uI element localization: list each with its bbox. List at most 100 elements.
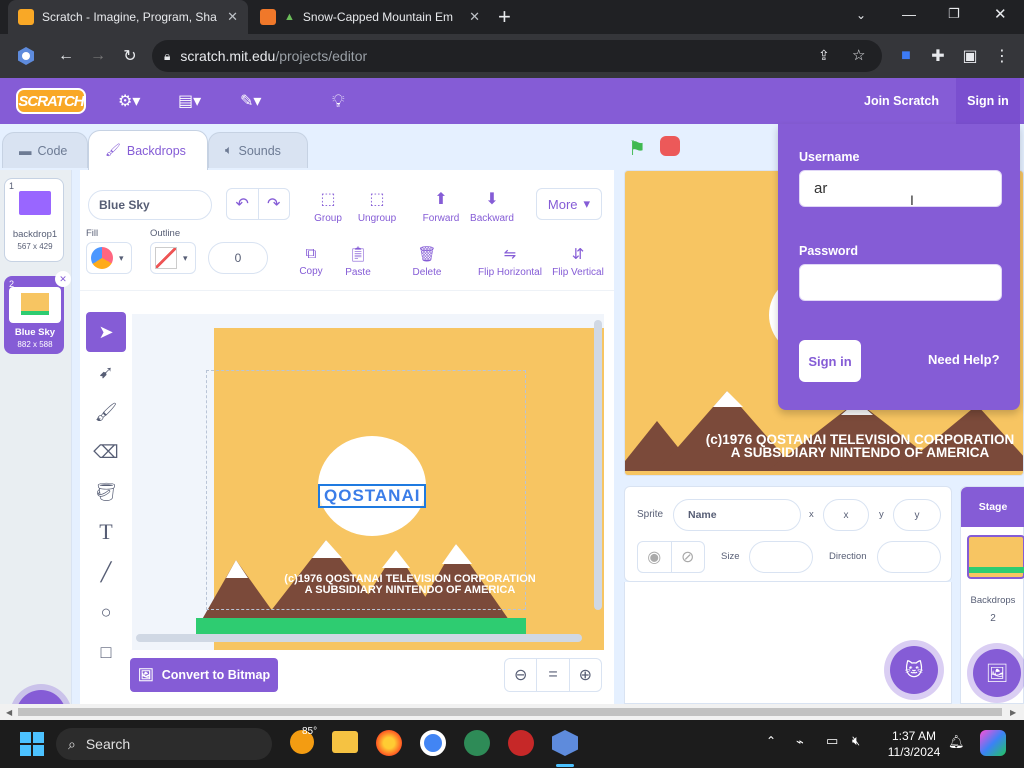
display-icon[interactable]: ▭ — [826, 733, 838, 749]
text-tool[interactable]: T — [86, 512, 126, 552]
horizontal-scrollbar[interactable] — [136, 634, 582, 642]
copy-button[interactable]: ⧉ Copy — [292, 240, 330, 282]
choose-backdrop-stage-button[interactable]: 🖼︎ — [973, 649, 1021, 697]
x-input[interactable]: x — [823, 499, 869, 531]
notification-bell-icon[interactable]: 🔔︎ — [948, 734, 965, 750]
show-hidden-icons-icon[interactable]: ⌃ — [766, 734, 776, 748]
tab-search-chevron-icon[interactable]: ⌄ — [856, 8, 866, 22]
fill-tool[interactable]: 🪣︎ — [86, 472, 126, 512]
select-tool[interactable]: ➤ — [86, 312, 126, 352]
eraser-tool[interactable]: ⌫ — [86, 432, 126, 472]
new-tab-button[interactable]: + — [498, 4, 511, 30]
extensions-puzzle-icon[interactable]: ✚ — [922, 34, 954, 78]
y-input[interactable]: y — [893, 499, 941, 531]
minimize-icon[interactable]: — — [902, 6, 916, 22]
back-icon[interactable]: ← — [50, 34, 82, 78]
browser-menu-icon[interactable]: ⋮ — [986, 34, 1018, 78]
show-eye-icon[interactable]: ◉ — [638, 542, 671, 572]
direction-input[interactable] — [877, 541, 941, 573]
browser-tab-scratch[interactable]: Scratch - Imagine, Program, Sha ✕ — [8, 0, 248, 34]
forward-button[interactable]: ⬆ Forward — [420, 184, 462, 228]
ungroup-button[interactable]: ⬚ Ungroup — [354, 184, 400, 228]
brush-tool[interactable]: 🖌︎ — [86, 392, 126, 432]
tab-backdrops[interactable]: 🖌︎ Backdrops — [88, 130, 208, 170]
forward-icon[interactable]: → — [82, 34, 114, 78]
outline-width-input[interactable]: 0 — [208, 242, 268, 274]
file-menu-icon[interactable]: ▤▾ — [178, 86, 201, 116]
active-browser-icon[interactable] — [552, 730, 578, 756]
browser-app-icon[interactable] — [420, 730, 446, 756]
line-tool[interactable]: ╱ — [86, 552, 126, 592]
share-icon[interactable]: ⇪ — [818, 47, 830, 64]
scroll-right-icon[interactable]: ▶ — [1010, 708, 1016, 717]
settings-gear-icon[interactable]: ⚙︎▾ — [118, 86, 140, 116]
scratch-logo[interactable]: SCRATCH — [16, 88, 86, 114]
tab-code[interactable]: ▬ Code — [2, 132, 88, 168]
costume-name-input[interactable]: Blue Sky — [88, 190, 212, 220]
backward-button[interactable]: ⬇ Backward — [468, 184, 516, 228]
stage-target-panel[interactable]: Stage Backdrops 2 🖼︎ — [960, 486, 1024, 704]
vertical-scrollbar[interactable] — [594, 320, 602, 610]
windows-start-icon[interactable] — [20, 732, 44, 756]
network-icon[interactable]: ⌁ — [796, 734, 804, 750]
zoom-in-icon[interactable]: ⊕ — [570, 659, 601, 691]
password-input[interactable] — [799, 264, 1002, 301]
green-flag-icon[interactable]: ⚑ — [628, 136, 646, 161]
outline-color-picker[interactable]: ▾ — [150, 242, 196, 274]
reload-icon[interactable]: ↻ — [114, 34, 146, 78]
scrollbar-thumb[interactable] — [18, 708, 1002, 716]
convert-to-bitmap-button[interactable]: 🖼︎ Convert to Bitmap — [130, 658, 278, 692]
stop-sign-icon[interactable] — [660, 136, 680, 156]
page-scrollbar[interactable]: ◀ ▶ — [0, 704, 1024, 720]
choose-sprite-button[interactable]: 🐱︎ — [890, 646, 938, 694]
browser-tab-mountain[interactable]: ▲ Snow-Capped Mountain Em ✕ — [250, 0, 490, 34]
delete-button[interactable]: 🗑︎ Delete — [406, 240, 448, 282]
browser-profile-icon[interactable] — [10, 34, 42, 78]
debug-lightbulb-icon[interactable]: 💡︎ — [332, 86, 345, 116]
paste-button[interactable]: 📋︎ Paste — [338, 240, 378, 282]
zoom-out-icon[interactable]: ⊖ — [505, 659, 536, 691]
clock[interactable]: 1:37 AM 11/3/2024 — [884, 728, 944, 760]
address-bar[interactable]: 🔒︎ scratch.mit.edu/projects/editor ⇪ ☆ — [152, 40, 882, 72]
firefox-icon[interactable] — [376, 730, 402, 756]
copilot-icon[interactable] — [980, 730, 1006, 756]
sign-in-link[interactable]: Sign in — [956, 78, 1020, 124]
side-panel-icon[interactable]: ▣ — [954, 34, 986, 78]
file-explorer-icon[interactable] — [332, 731, 358, 753]
fill-color-picker[interactable]: ▾ — [86, 242, 132, 274]
hide-eye-icon[interactable]: ⊘ — [670, 542, 705, 572]
close-window-icon[interactable]: ✕ — [994, 5, 1007, 23]
join-scratch-link[interactable]: Join Scratch — [864, 78, 939, 124]
paint-canvas[interactable]: QOSTANAI (c)1976 QOSTANAI TELEVISION COR… — [132, 314, 604, 650]
volume-icon[interactable]: 🔇︎ — [852, 733, 860, 749]
extension-icon[interactable]: ■ — [890, 34, 922, 78]
edit-pencil-icon[interactable]: ✎▾ — [240, 86, 261, 116]
taskbar-search-box[interactable]: ⌕ Search — [56, 728, 272, 760]
bookmark-star-icon[interactable]: ☆ — [852, 46, 865, 64]
sprite-name-input[interactable]: Name — [673, 499, 801, 531]
zoom-reset-button[interactable]: = — [536, 659, 570, 691]
flip-horizontal-button[interactable]: ⇋ Flip Horizontal — [476, 240, 544, 282]
restore-icon[interactable]: ❐ — [948, 6, 960, 22]
rectangle-tool[interactable]: □ — [86, 632, 126, 672]
undo-icon[interactable]: ↶ — [227, 189, 258, 219]
need-help-link[interactable]: Need Help? — [928, 352, 1000, 367]
flip-vertical-button[interactable]: ⇵ Flip Vertical — [550, 240, 606, 282]
username-input[interactable]: ar — [799, 170, 1002, 207]
reshape-tool[interactable]: ➹ — [86, 352, 126, 392]
delete-costume-icon[interactable]: ✕ — [55, 271, 71, 287]
close-tab-icon[interactable]: ✕ — [227, 9, 238, 25]
scroll-left-icon[interactable]: ◀ — [6, 708, 12, 717]
tab-sounds[interactable]: 🔈︎ Sounds — [208, 132, 308, 168]
red-app-icon[interactable] — [508, 730, 534, 756]
sign-in-submit-button[interactable]: Sign in — [799, 340, 861, 382]
costume-tile-backdrop1[interactable]: 1 backdrop1 567 x 429 — [4, 178, 64, 262]
costume-tile-blue-sky[interactable]: 2 ✕ Blue Sky 882 x 588 — [4, 271, 71, 354]
redo-icon[interactable]: ↷ — [257, 189, 290, 219]
close-tab-icon[interactable]: ✕ — [469, 9, 480, 25]
maps-app-icon[interactable] — [464, 730, 490, 756]
size-input[interactable] — [749, 541, 813, 573]
more-menu-button[interactable]: More ▾ — [536, 188, 602, 220]
group-button[interactable]: ⬚ Group — [308, 184, 348, 228]
circle-tool[interactable]: ○ — [86, 592, 126, 632]
